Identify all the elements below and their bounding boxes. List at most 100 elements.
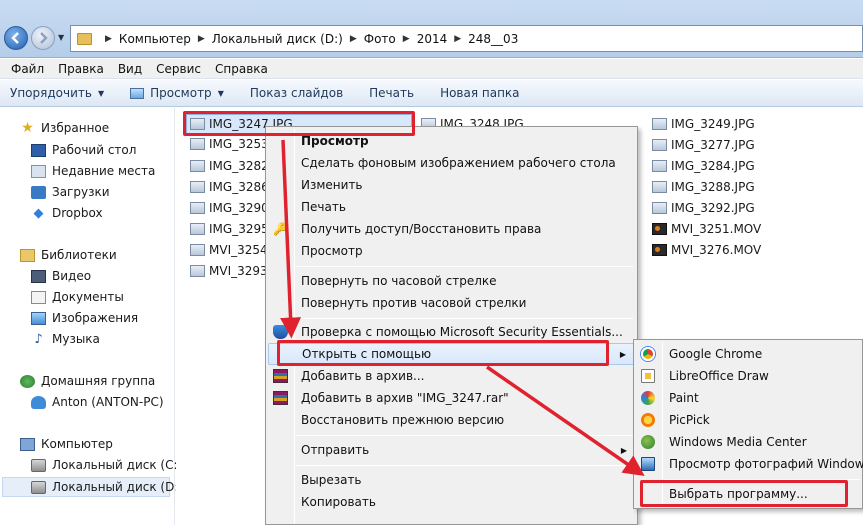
submenu-item-wmc[interactable]: Windows Media Center [636,431,862,453]
menu-file[interactable]: Файл [4,62,51,76]
nav-label: Anton (ANTON-PC) [52,395,164,409]
arrow-right-icon [40,32,48,44]
chevron-right-icon[interactable]: ▶ [454,34,461,44]
menu-item-add-archive-named[interactable]: Добавить в архив "IMG_3247.rar" [268,387,635,409]
menu-item-view[interactable]: Просмотр [268,240,635,262]
star-icon: ★ [21,119,34,136]
file-item[interactable]: IMG_3282. [190,159,273,173]
menu-item-copy[interactable]: Копировать [268,491,635,513]
chevron-right-icon[interactable]: ▶ [198,34,205,44]
nav-music[interactable]: ♪ Музыка [31,332,100,346]
chevron-right-icon[interactable]: ▶ [105,34,112,44]
menu-item-send-to[interactable]: Отправить ▶ [268,439,635,461]
menu-edit[interactable]: Правка [51,62,111,76]
nav-label: Dropbox [52,206,103,220]
menu-tools[interactable]: Сервис [149,62,208,76]
submenu-item-photo-viewer[interactable]: Просмотр фотографий Windows [636,453,863,475]
menu-item-edit[interactable]: Изменить [268,174,635,196]
menu-item-set-wallpaper[interactable]: Сделать фоновым изображением рабочего ст… [268,152,635,174]
nav-libraries[interactable]: Библиотеки [20,248,117,262]
preview-button[interactable]: Просмотр ▼ [130,86,224,100]
organize-label: Упорядочить [10,86,92,100]
file-item[interactable]: IMG_3249.JPG [652,117,755,131]
file-item[interactable]: IMG_3292.JPG [652,201,755,215]
slideshow-label: Показ слайдов [249,86,344,100]
menu-label: LibreOffice Draw [669,369,769,383]
submenu-arrow-icon: ▶ [620,445,627,455]
nav-dropbox[interactable]: ◆ Dropbox [31,206,103,220]
title-bar: ▼ ▶ Компьютер ▶ Локальный диск (D:) ▶ Фо… [0,0,863,58]
chevron-down-icon: ▼ [97,88,105,98]
photo-viewer-icon [641,457,655,471]
desktop-icon [31,143,46,157]
nav-images[interactable]: Изображения [31,311,138,325]
submenu-item-chrome[interactable]: Google Chrome [636,343,862,365]
menu-separator [296,318,633,319]
file-item[interactable]: IMG_3286. [190,180,273,194]
nav-video[interactable]: Видео [31,269,91,283]
submenu-arrow-icon: ▶ [619,349,626,359]
file-item[interactable]: MVI_3251.MOV [652,222,761,236]
image-file-icon [652,139,667,151]
submenu-item-libreoffice[interactable]: LibreOffice Draw [636,365,862,387]
nav-favorites[interactable]: ★ Избранное [20,119,109,136]
file-item[interactable]: IMG_3284.JPG [652,159,755,173]
picpick-icon [641,413,655,427]
nav-disk-c[interactable]: Локальный диск (C:) [31,458,182,472]
menu-item-add-archive[interactable]: Добавить в архив... [268,365,635,387]
nav-label: Изображения [52,311,139,325]
file-item[interactable]: IMG_3253. [190,137,273,151]
nav-label: Домашняя группа [41,374,156,388]
breadcrumb-computer[interactable]: Компьютер [119,32,191,46]
movie-file-icon [652,244,667,256]
file-item[interactable]: MVI_3276.MOV [652,243,761,257]
nav-user[interactable]: Anton (ANTON-PC) [31,395,164,409]
menu-item-cut[interactable]: Вырезать [268,469,635,491]
nav-desktop[interactable]: Рабочий стол [31,143,136,157]
breadcrumb-folder[interactable]: 248__03 [468,32,518,46]
submenu-item-paint[interactable]: Paint [636,387,862,409]
new-folder-button[interactable]: Новая папка [440,86,519,100]
menu-item-print[interactable]: Печать [268,196,635,218]
menu-item-rotate-ccw[interactable]: Повернуть против часовой стрелки [268,292,635,314]
print-button[interactable]: Печать [369,86,414,100]
slideshow-button[interactable]: Показ слайдов [250,86,343,100]
file-name: IMG_3277.JPG [671,138,755,152]
key-icon: 🔑 [273,222,288,236]
nav-disk-d[interactable]: Локальный диск (D:) [2,477,183,497]
history-dropdown-icon[interactable]: ▼ [58,33,64,42]
breadcrumb-2014[interactable]: 2014 [417,32,448,46]
menu-help[interactable]: Справка [208,62,275,76]
arrow-left-icon [11,32,19,44]
address-bar[interactable]: ▶ Компьютер ▶ Локальный диск (D:) ▶ Фото… [70,25,863,52]
menu-label: Paint [669,391,699,405]
menu-label: Получить доступ/Восстановить права [301,222,542,236]
file-item[interactable]: IMG_3295. [190,222,273,236]
file-item[interactable]: IMG_3277.JPG [652,138,755,152]
organize-button[interactable]: Упорядочить ▼ [10,86,104,100]
forward-button[interactable] [31,26,55,50]
nav-recent[interactable]: Недавние места [31,164,155,178]
file-item[interactable]: IMG_3290. [190,201,273,215]
menu-item-rotate-cw[interactable]: Повернуть по часовой стрелке [268,270,635,292]
breadcrumb-photo[interactable]: Фото [364,32,396,46]
menu-item-get-access[interactable]: 🔑 Получить доступ/Восстановить права [268,218,635,240]
back-button[interactable] [4,26,28,50]
file-item[interactable]: IMG_3288.JPG [652,180,755,194]
menu-item-restore-version[interactable]: Восстановить прежнюю версию [268,409,635,431]
file-name: IMG_3253. [209,137,273,151]
image-file-icon [190,160,205,172]
libreoffice-draw-icon [641,369,655,383]
video-file-icon [190,244,205,256]
submenu-item-picpick[interactable]: PicPick [636,409,862,431]
menu-view[interactable]: Вид [111,62,149,76]
chevron-right-icon[interactable]: ▶ [350,34,357,44]
nav-documents[interactable]: Документы [31,290,124,304]
video-file-icon [190,265,205,277]
nav-computer[interactable]: Компьютер [20,437,113,451]
nav-downloads[interactable]: Загрузки [31,185,110,199]
chevron-right-icon[interactable]: ▶ [403,34,410,44]
nav-homegroup[interactable]: Домашняя группа [20,374,155,388]
winrar-icon [273,369,288,383]
breadcrumb-disk-d[interactable]: Локальный диск (D:) [212,32,343,46]
